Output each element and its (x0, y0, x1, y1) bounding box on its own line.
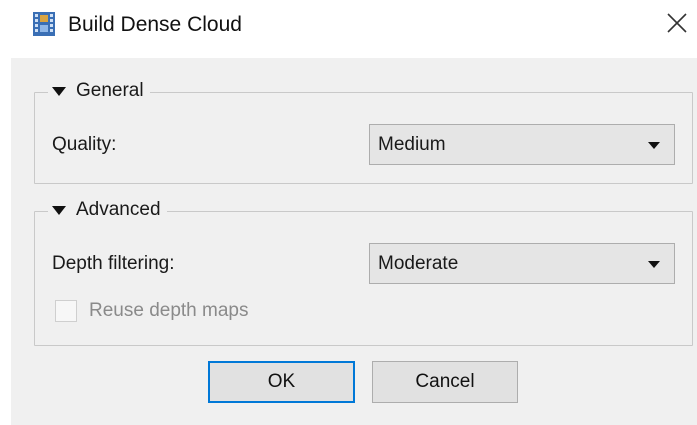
depth-filtering-select[interactable]: Moderate (369, 243, 675, 284)
quality-select-value: Medium (378, 134, 446, 155)
film-strip-icon (33, 12, 55, 36)
ok-button[interactable]: OK (208, 361, 355, 403)
advanced-group-header[interactable]: Advanced (48, 199, 167, 221)
depth-filtering-label: Depth filtering: (52, 253, 175, 274)
general-group-header[interactable]: General (48, 80, 150, 102)
build-dense-cloud-dialog: Build Dense Cloud General Quality: Mediu… (0, 0, 697, 425)
depth-filtering-select-value: Moderate (378, 253, 459, 274)
advanced-group-title: Advanced (76, 199, 161, 220)
title-bar: Build Dense Cloud (0, 0, 697, 52)
close-icon[interactable] (664, 10, 690, 36)
reuse-depth-maps-label: Reuse depth maps (89, 300, 249, 321)
collapse-triangle-icon[interactable] (52, 206, 66, 215)
dropdown-arrow-icon (648, 142, 660, 149)
cancel-button[interactable]: Cancel (372, 361, 518, 403)
window-title: Build Dense Cloud (68, 13, 242, 36)
dropdown-arrow-icon (648, 261, 660, 268)
quality-label: Quality: (52, 134, 117, 155)
reuse-depth-maps-checkbox[interactable] (55, 300, 77, 322)
quality-select[interactable]: Medium (369, 124, 675, 165)
collapse-triangle-icon[interactable] (52, 87, 66, 96)
general-group-title: General (76, 80, 144, 101)
